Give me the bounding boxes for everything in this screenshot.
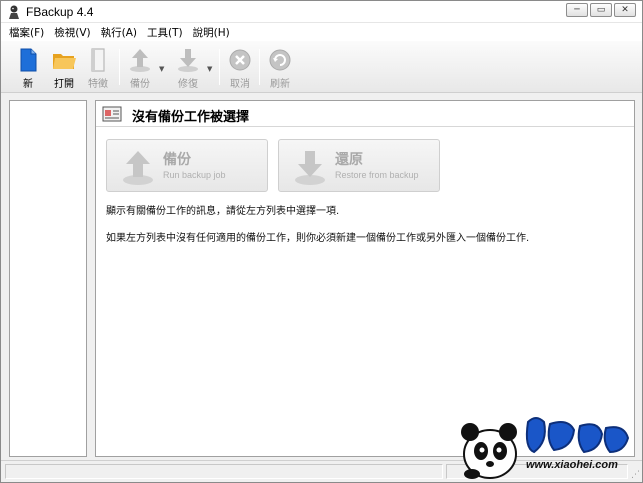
maximize-button[interactable]: ▭ bbox=[590, 3, 612, 17]
toolbar: 新 打開 特徵 備份 ▼ 修復 ▼ 取消 刷新 bbox=[1, 41, 642, 93]
watermark-logo: www.xiaohei.com bbox=[461, 417, 630, 479]
main-panel: 沒有備份工作被選擇 備份 Run backup job 還原 Restore f… bbox=[95, 100, 635, 457]
refresh-label: 刷新 bbox=[270, 79, 290, 90]
refresh-icon bbox=[269, 49, 291, 71]
open-label: 打開 bbox=[54, 79, 74, 90]
download-arrow-icon bbox=[295, 151, 325, 185]
new-button[interactable]: 新 bbox=[11, 45, 45, 90]
new-document-icon bbox=[20, 48, 37, 72]
download-arrow-icon bbox=[178, 49, 198, 72]
properties-icon bbox=[91, 48, 105, 72]
app-window: FBackup 4.4 ─ ▭ ✕ 檔案(F) 檢視(V) 執行(A) 工具(T… bbox=[0, 0, 643, 483]
page-title: 沒有備份工作被選擇 bbox=[132, 110, 250, 125]
menu-help[interactable]: 說明(H) bbox=[193, 25, 230, 40]
run-backup-button[interactable]: 備份 Run backup job bbox=[106, 139, 268, 192]
upload-arrow-icon bbox=[123, 151, 153, 185]
menu-file[interactable]: 檔案(F) bbox=[9, 25, 44, 40]
restore-backup-title: 還原 bbox=[335, 152, 363, 168]
toolbar-separator bbox=[259, 49, 260, 85]
info-text-select: 顯示有關備份工作的訊息，請從左方列表中選擇一項. bbox=[106, 206, 340, 217]
minimize-button[interactable]: ─ bbox=[566, 3, 588, 17]
main-header: 沒有備份工作被選擇 bbox=[96, 101, 634, 127]
status-segment bbox=[5, 464, 443, 479]
properties-label: 特徵 bbox=[88, 79, 108, 90]
restore-dropdown-arrow-icon[interactable]: ▼ bbox=[207, 65, 212, 73]
info-text-create: 如果左方列表中沒有任何適用的備份工作，則你必須新建一個備份工作或另外匯入一個備份… bbox=[106, 233, 530, 244]
window-title: FBackup 4.4 bbox=[26, 5, 94, 19]
refresh-button[interactable]: 刷新 bbox=[263, 45, 297, 90]
title-bar[interactable]: FBackup 4.4 ─ ▭ ✕ bbox=[1, 1, 642, 23]
run-backup-subtitle: Run backup job bbox=[163, 170, 226, 180]
folder-icon bbox=[53, 54, 76, 69]
toolbar-separator bbox=[219, 49, 220, 85]
menu-action[interactable]: 執行(A) bbox=[101, 25, 137, 40]
cancel-icon bbox=[229, 49, 251, 71]
close-button[interactable]: ✕ bbox=[614, 3, 636, 17]
open-button[interactable]: 打開 bbox=[47, 45, 81, 90]
job-info-icon bbox=[102, 106, 122, 122]
run-backup-title: 備份 bbox=[163, 152, 191, 168]
upload-arrow-icon bbox=[130, 49, 150, 72]
watermark-url: www.xiaohei.com bbox=[526, 459, 618, 471]
menu-tools[interactable]: 工具(T) bbox=[147, 25, 183, 40]
backup-toolbar-button[interactable]: 備份 bbox=[123, 45, 157, 90]
restore-backup-button[interactable]: 還原 Restore from backup bbox=[278, 139, 440, 192]
restore-toolbar-label: 修復 bbox=[178, 79, 198, 90]
toolbar-separator bbox=[119, 49, 120, 85]
backup-toolbar-label: 備份 bbox=[130, 79, 150, 90]
restore-toolbar-button[interactable]: 修復 bbox=[171, 45, 205, 90]
menu-view[interactable]: 檢視(V) bbox=[54, 25, 90, 40]
backup-dropdown-arrow-icon[interactable]: ▼ bbox=[159, 65, 164, 73]
new-label: 新 bbox=[23, 79, 33, 90]
properties-button[interactable]: 特徵 bbox=[81, 45, 115, 90]
backup-job-list[interactable] bbox=[9, 100, 87, 457]
restore-backup-subtitle: Restore from backup bbox=[335, 170, 419, 180]
cancel-label: 取消 bbox=[230, 79, 250, 90]
menu-bar: 檔案(F) 檢視(V) 執行(A) 工具(T) 說明(H) bbox=[1, 23, 642, 41]
cancel-button[interactable]: 取消 bbox=[223, 45, 257, 90]
app-logo-icon bbox=[9, 5, 19, 19]
